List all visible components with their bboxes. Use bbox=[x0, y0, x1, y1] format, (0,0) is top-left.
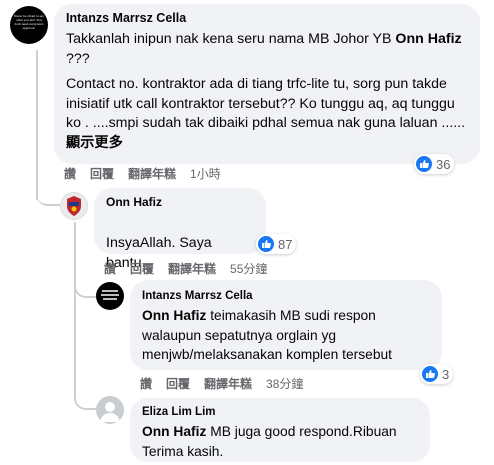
thread-line-main bbox=[36, 50, 38, 200]
reply-bubble: Onn Hafiz InsyaAllah. Saya bantu. bbox=[94, 188, 266, 271]
timestamp[interactable]: 55分鐘 bbox=[230, 260, 267, 277]
thumbs-up-icon bbox=[258, 236, 274, 252]
reaction-count: 87 bbox=[278, 236, 293, 252]
avatar[interactable]: Never be afraid to say what you feel. Yo… bbox=[10, 6, 48, 44]
reaction-count: 36 bbox=[436, 156, 451, 172]
avatar-quote bbox=[101, 294, 119, 296]
reply-button[interactable]: 回覆 bbox=[166, 375, 190, 392]
reply-button[interactable]: 回覆 bbox=[130, 260, 154, 277]
comment-author[interactable]: Eliza Lim Lim bbox=[142, 404, 418, 420]
translate-button[interactable]: 翻譯年糕 bbox=[204, 375, 252, 392]
comment-text: Onn Hafiz teimakasih MB sudi respon wala… bbox=[142, 306, 430, 365]
avatar-quote bbox=[102, 290, 118, 292]
reaction-count: 3 bbox=[442, 366, 450, 382]
comment-bubble: Intanzs Marrsz Cella Takkanlah inipun na… bbox=[54, 4, 480, 164]
comment-actions: 讚 回覆 翻譯年糕 38分鐘 bbox=[140, 375, 303, 392]
reaction-badge[interactable]: 36 bbox=[414, 154, 455, 174]
thread-curve-reply-1 bbox=[36, 190, 60, 206]
timestamp[interactable]: 1小時 bbox=[190, 165, 221, 182]
default-user-icon bbox=[100, 402, 120, 422]
comment-text: Onn Hafiz MB juga good respond.Ribuan Te… bbox=[142, 422, 418, 461]
mention-link[interactable]: Onn Hafiz bbox=[142, 308, 206, 323]
comment-text-part: Takkanlah inipun nak kena seru nama MB J… bbox=[66, 31, 396, 47]
translate-button[interactable]: 翻譯年糕 bbox=[128, 165, 176, 182]
like-button[interactable]: 讚 bbox=[104, 260, 116, 277]
comment-author[interactable]: Onn Hafiz bbox=[106, 194, 254, 210]
avatar[interactable] bbox=[96, 396, 124, 424]
reply-bubble: Eliza Lim Lim Onn Hafiz MB juga good res… bbox=[130, 398, 430, 462]
comment-text-part: Contact no. kontraktor ada di tiang trfc… bbox=[66, 76, 466, 131]
reply-button[interactable]: 回覆 bbox=[90, 165, 114, 182]
comment-actions: 讚 回覆 翻譯年糕 1小時 bbox=[64, 165, 221, 182]
reaction-badge[interactable]: 87 bbox=[256, 234, 297, 254]
like-button[interactable]: 讚 bbox=[64, 165, 76, 182]
comment-text-part: ??? bbox=[66, 50, 90, 67]
thumbs-up-icon bbox=[416, 156, 432, 172]
translate-button[interactable]: 翻譯年糕 bbox=[168, 260, 216, 277]
thumbs-up-icon bbox=[422, 366, 438, 382]
avatar[interactable] bbox=[96, 282, 124, 310]
avatar[interactable] bbox=[60, 192, 88, 220]
thread-curve-reply-3 bbox=[74, 386, 96, 410]
mention-link[interactable]: Onn Hafiz bbox=[395, 31, 461, 47]
reaction-badge[interactable]: 3 bbox=[420, 364, 454, 384]
see-more-link[interactable]: 顯示更多 bbox=[66, 135, 123, 151]
comment-actions: 讚 回覆 翻譯年糕 55分鐘 bbox=[104, 260, 267, 277]
thread-curve-reply-2 bbox=[74, 282, 96, 298]
comment-paragraph: Contact no. kontraktor ada di tiang trfc… bbox=[66, 75, 468, 153]
thread-line-reply-2 bbox=[74, 296, 76, 396]
comment-author[interactable]: Intanzs Marrsz Cella bbox=[142, 288, 430, 304]
crest-icon bbox=[67, 196, 81, 216]
like-button[interactable]: 讚 bbox=[140, 375, 152, 392]
mention-link[interactable]: Onn Hafiz bbox=[142, 424, 206, 439]
avatar-quote: Never be afraid to say what you feel. Yo… bbox=[14, 14, 44, 30]
timestamp[interactable]: 38分鐘 bbox=[266, 375, 303, 392]
comment-author[interactable]: Intanzs Marrsz Cella bbox=[66, 10, 468, 26]
avatar-quote bbox=[103, 298, 117, 300]
reply-bubble: Intanzs Marrsz Cella Onn Hafiz teimakasi… bbox=[130, 280, 442, 370]
comment-text: Takkanlah inipun nak kena seru nama MB J… bbox=[66, 30, 468, 69]
